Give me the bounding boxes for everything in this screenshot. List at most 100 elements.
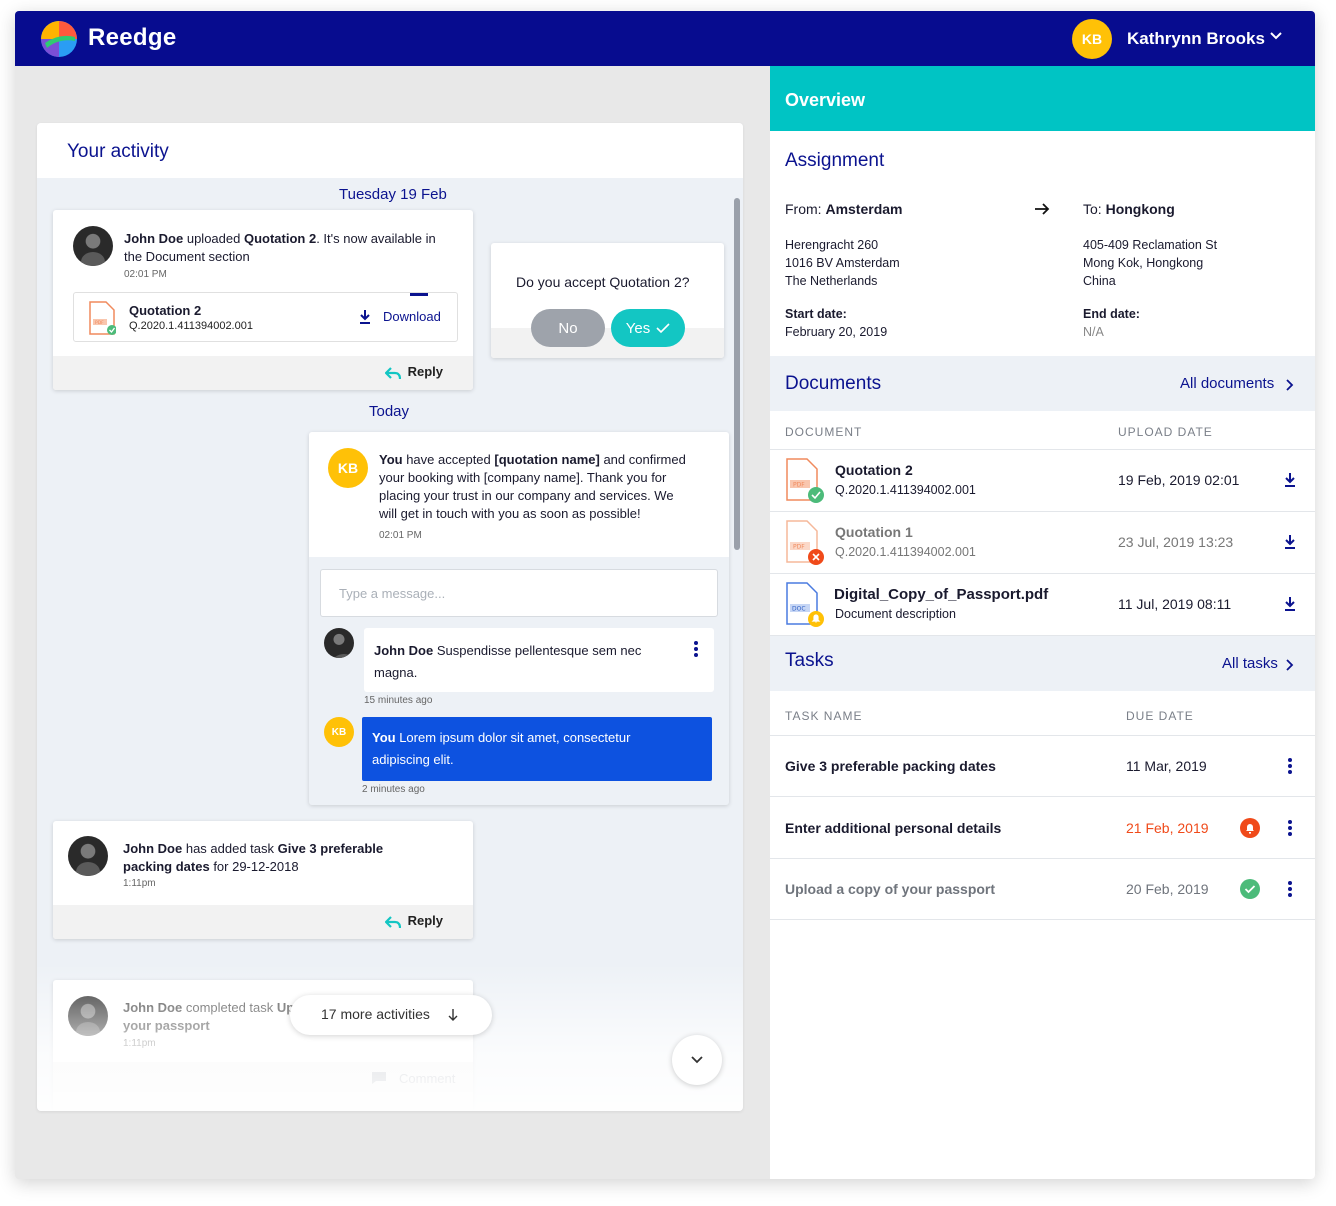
comment-bar: Comment: [53, 1062, 473, 1111]
chevron-right-icon[interactable]: [1285, 658, 1295, 672]
document-name: Quotation 1: [835, 524, 913, 540]
column-upload-date: UPLOAD DATE: [1118, 425, 1213, 439]
activity-panel: Your activity Tuesday 19 Feb John Doe up…: [37, 123, 743, 1111]
more-activities-button[interactable]: 17 more activities: [290, 995, 492, 1035]
reply-button[interactable]: Reply: [408, 913, 443, 928]
download-progress: [410, 293, 428, 296]
document-name: Quotation 2: [835, 462, 913, 478]
task-due-date: 21 Feb, 2019: [1126, 820, 1209, 836]
upload-date: 23 Jul, 2019 13:23: [1118, 534, 1234, 550]
comment-time: 15 minutes ago: [364, 695, 433, 706]
task-row[interactable]: Give 3 preferable packing dates 11 Mar, …: [770, 736, 1315, 797]
task-due-date: 20 Feb, 2019: [1126, 881, 1209, 897]
top-bar: Reedge KB Kathrynn Brooks: [15, 11, 1315, 66]
avatar: KB: [324, 717, 354, 747]
document-row[interactable]: DOC Digital_Copy_of_Passport.pdf Documen…: [770, 574, 1315, 636]
chevron-down-icon[interactable]: [1269, 29, 1283, 43]
start-date: February 20, 2019: [785, 325, 888, 339]
activity-time: 02:01 PM: [379, 530, 422, 541]
all-documents-link[interactable]: All documents: [1180, 375, 1274, 392]
question-text: Do you accept Quotation 2?: [516, 274, 690, 290]
document-sub: Document description: [835, 607, 956, 621]
documents-column-headers: DOCUMENT UPLOAD DATE: [770, 411, 1315, 450]
date-separator: Today: [369, 403, 410, 420]
check-icon: [1240, 879, 1260, 899]
kebab-icon[interactable]: [1288, 758, 1292, 774]
activity-time: 02:01 PM: [124, 269, 167, 280]
svg-text:DOC: DOC: [792, 606, 806, 613]
download-icon[interactable]: [1283, 472, 1297, 488]
user-name[interactable]: Kathrynn Brooks: [1127, 29, 1265, 49]
task-due-date: 11 Mar, 2019: [1126, 758, 1207, 774]
avatar: [68, 996, 108, 1036]
end-date: N/A: [1083, 325, 1104, 339]
comment-time: 2 minutes ago: [362, 784, 425, 795]
column-document: DOCUMENT: [785, 425, 863, 439]
scrollbar[interactable]: [734, 198, 740, 550]
activity-text: John Doe uploaded Quotation 2. It's now …: [124, 231, 436, 264]
app-window: Reedge KB Kathrynn Brooks Your activity …: [15, 11, 1315, 1179]
chevron-right-icon[interactable]: [1285, 378, 1295, 392]
download-icon[interactable]: [1283, 534, 1297, 550]
question-footer: [491, 328, 724, 358]
avatar: KB: [328, 448, 368, 488]
overview-title: Overview: [785, 90, 866, 110]
message-input[interactable]: Type a message...: [320, 569, 718, 617]
pdf-file-icon: PDF: [786, 520, 824, 565]
activity-text: John Doe has added task Give 3 preferabl…: [123, 841, 384, 874]
message-placeholder: Type a message...: [339, 586, 446, 601]
document-name: Quotation 2: [129, 303, 202, 318]
reply-bar: Reply: [53, 905, 473, 939]
kebab-icon[interactable]: [694, 641, 698, 657]
no-button[interactable]: No: [531, 309, 605, 347]
date-separator: Tuesday 19 Feb: [339, 186, 447, 203]
task-name: Upload a copy of your passport: [785, 881, 996, 897]
column-due-date: DUE DATE: [1126, 709, 1194, 723]
arrow-right-icon: [1035, 203, 1050, 215]
document-sub: Q.2020.1.411394002.001: [835, 545, 976, 559]
more-activities-label: 17 more activities: [321, 1006, 430, 1022]
start-date-label: Start date:: [785, 307, 847, 321]
reply-icon[interactable]: [385, 366, 401, 380]
activity-header: Your activity: [37, 123, 743, 178]
download-link[interactable]: Download: [383, 308, 441, 326]
download-icon[interactable]: [358, 309, 372, 325]
activity-time: 1:11pm: [123, 878, 156, 889]
tasks-title: Tasks: [785, 650, 834, 671]
comment-bubble: John Doe Suspendisse pellentesque sem ne…: [364, 628, 714, 692]
logo-icon[interactable]: [41, 21, 77, 57]
to-address: 405-409 Reclamation St Mong Kok, Hongkong…: [1083, 238, 1218, 288]
reply-button[interactable]: Reply: [408, 364, 443, 379]
activity-card-upload: John Doe uploaded Quotation 2. It's now …: [53, 210, 473, 390]
document-sub: Q.2020.1.411394002.001: [835, 483, 976, 497]
to-location: To: Hongkong: [1083, 201, 1175, 217]
upload-date: 11 Jul, 2019 08:11: [1118, 596, 1232, 612]
kebab-icon[interactable]: [1288, 820, 1292, 836]
assignment-title: Assignment: [785, 150, 885, 171]
task-name: Enter additional personal details: [785, 820, 1002, 836]
document-id: Q.2020.1.411394002.001: [129, 320, 253, 332]
tasks-header: Tasks All tasks: [770, 636, 1315, 691]
document-row[interactable]: PDF Quotation 2 Q.2020.1.411394002.001 1…: [770, 450, 1315, 512]
download-icon[interactable]: [1283, 596, 1297, 612]
arrow-down-icon: [448, 1009, 458, 1021]
activity-title: Your activity: [67, 141, 169, 162]
svg-text:PDF: PDF: [793, 544, 805, 551]
user-avatar[interactable]: KB: [1072, 19, 1112, 59]
bell-icon: [1240, 818, 1260, 838]
comment-button[interactable]: Comment: [399, 1070, 455, 1088]
attached-document[interactable]: PDF Quotation 2 Q.2020.1.411394002.001 D…: [73, 292, 458, 342]
task-row[interactable]: Upload a copy of your passport 20 Feb, 2…: [770, 859, 1315, 920]
documents-header: Documents All documents: [770, 356, 1315, 411]
task-row[interactable]: Enter additional personal details 21 Feb…: [770, 797, 1315, 859]
reply-icon[interactable]: [385, 915, 401, 929]
document-row[interactable]: PDF Quotation 1 Q.2020.1.411394002.001 2…: [770, 512, 1315, 574]
brand-name: Reedge: [88, 24, 177, 51]
upload-date: 19 Feb, 2019 02:01: [1118, 472, 1240, 488]
comment-icon[interactable]: [371, 1071, 387, 1085]
tasks-column-headers: TASK NAME DUE DATE: [770, 691, 1315, 736]
kebab-icon[interactable]: [1288, 881, 1292, 897]
yes-button[interactable]: Yes: [611, 309, 685, 347]
scroll-down-button[interactable]: [672, 1035, 722, 1085]
all-tasks-link[interactable]: All tasks: [1222, 655, 1278, 672]
